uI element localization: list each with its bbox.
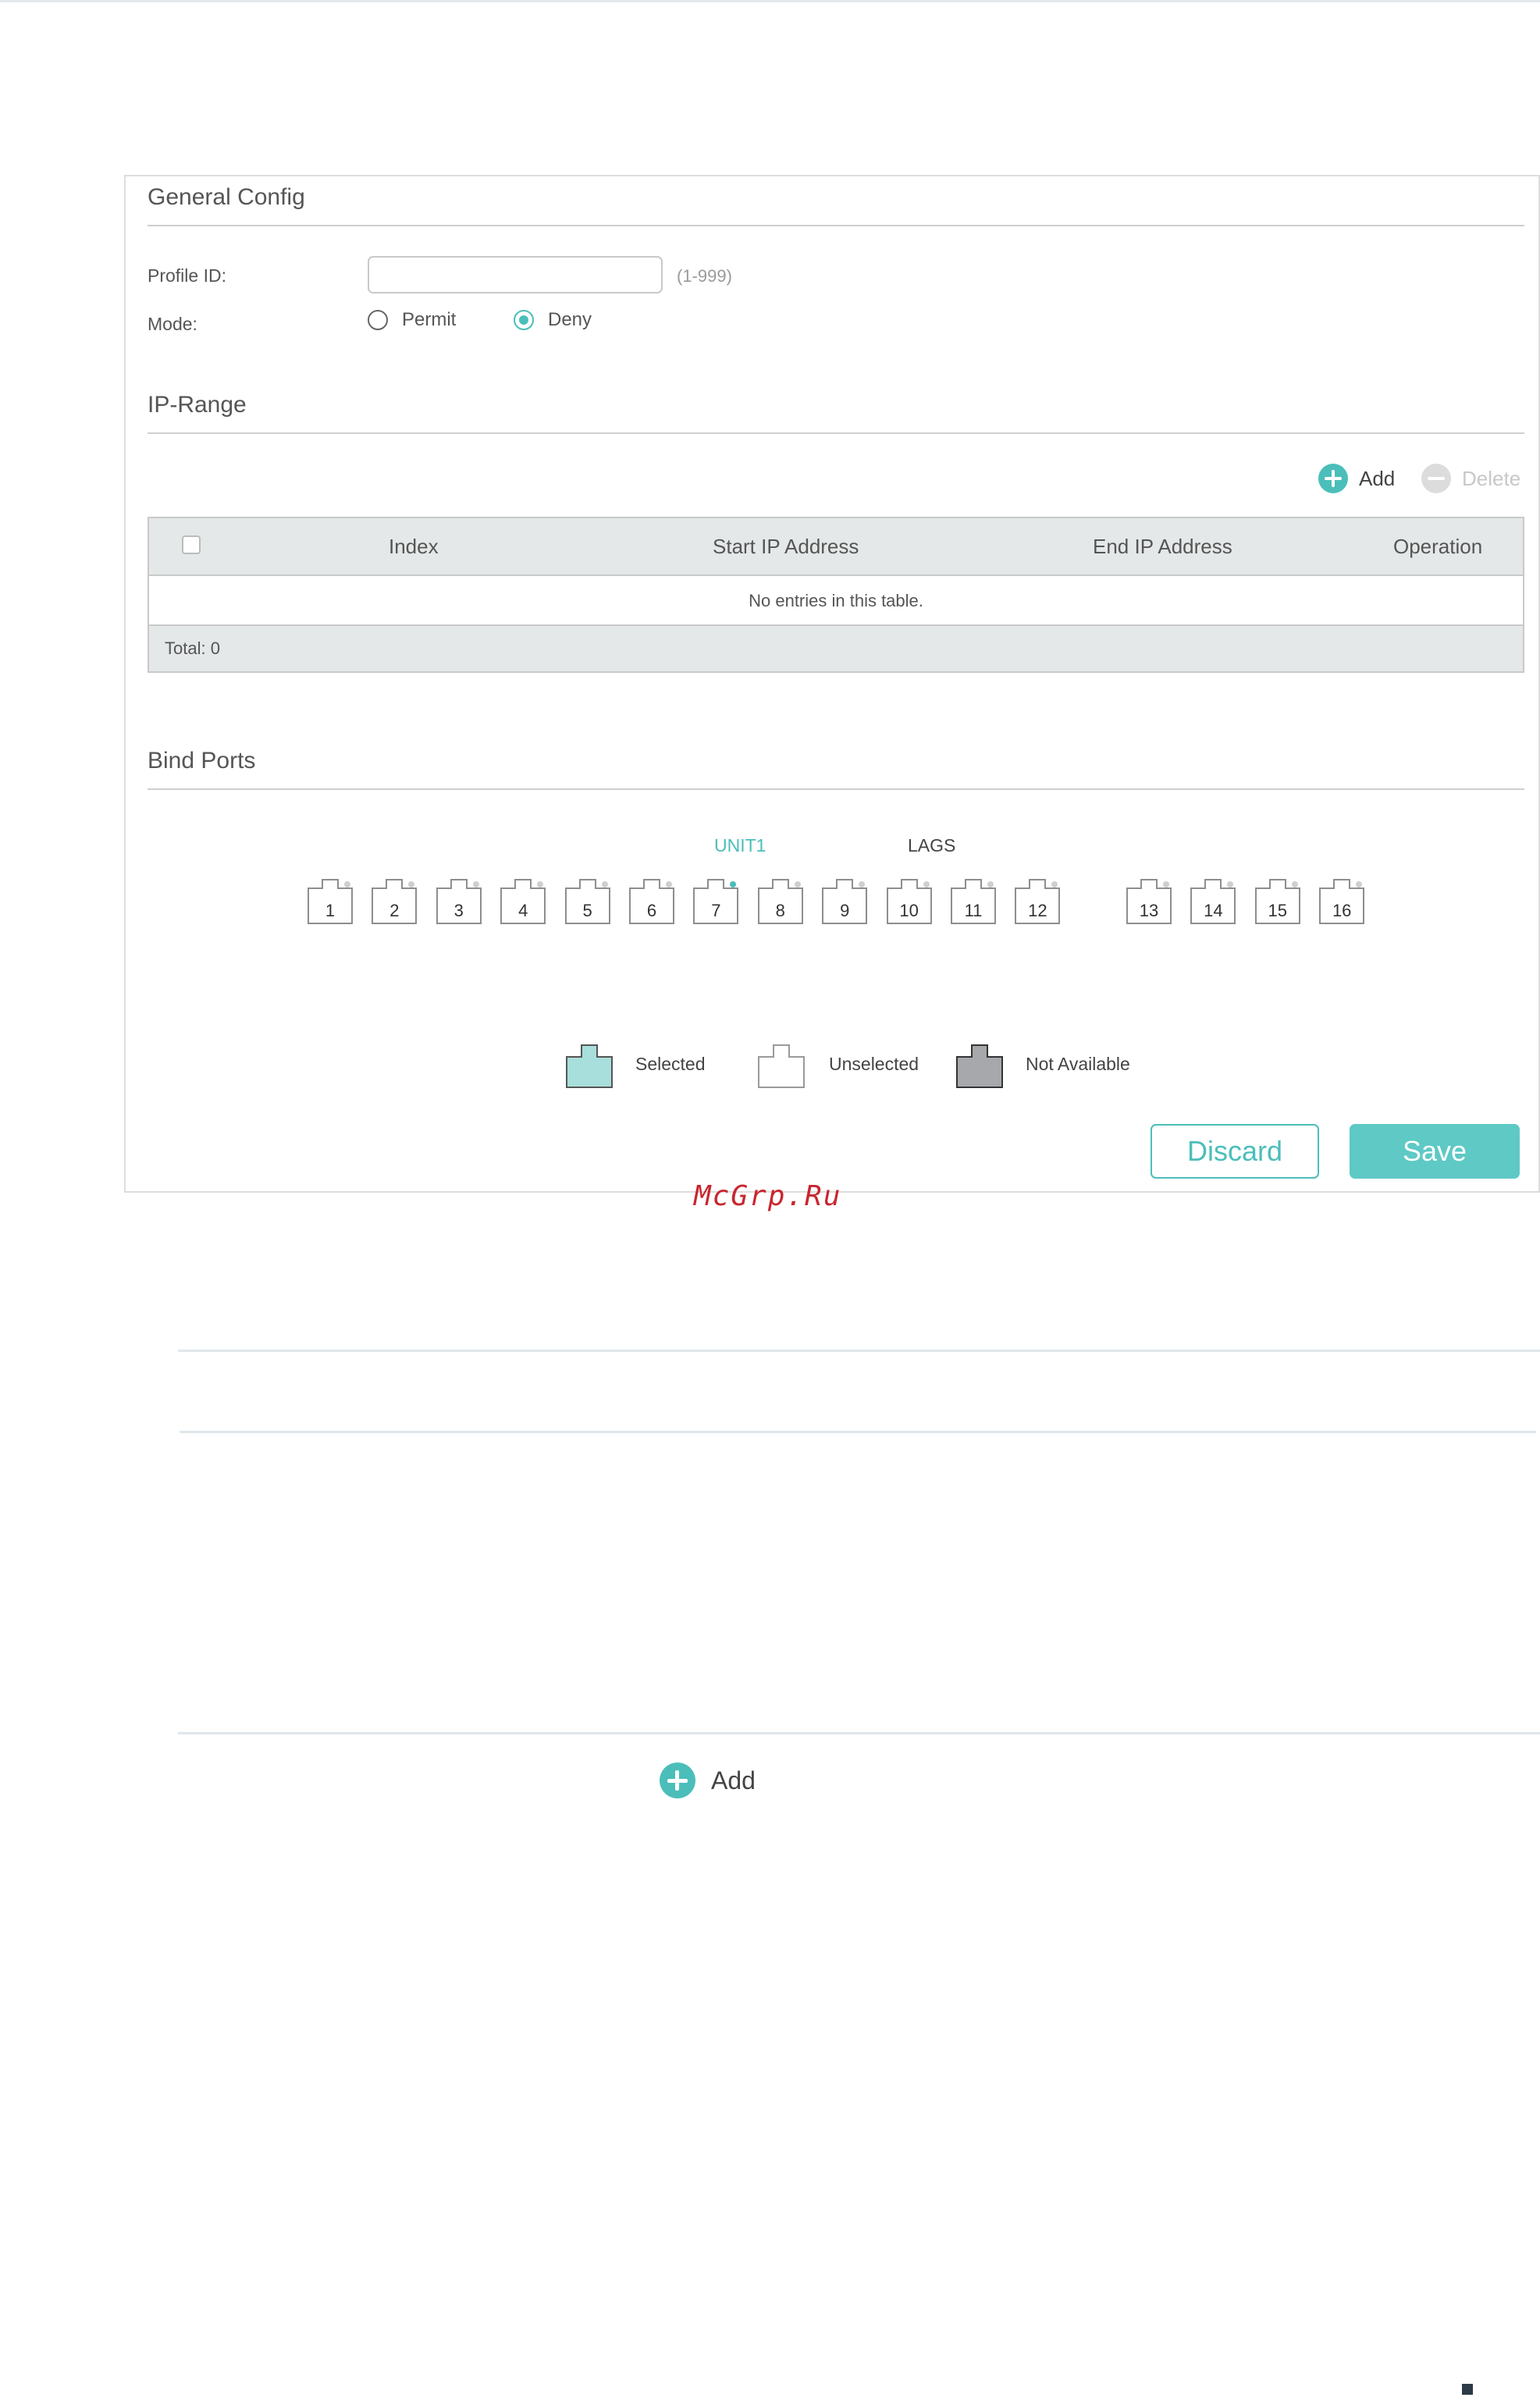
legend-unselected: Unselected: [829, 1054, 919, 1074]
legend-not-available: Not Available: [1026, 1054, 1130, 1074]
port-number: 4: [518, 901, 528, 920]
general-config-title: General Config: [148, 184, 305, 210]
port-number: 1: [325, 901, 336, 920]
port-number: 3: [453, 901, 464, 920]
select-all-checkbox[interactable]: [182, 535, 201, 554]
mode-deny-radio[interactable]: Deny: [514, 309, 592, 331]
ip-range-divider: [148, 432, 1524, 434]
corner-mark: [1462, 2384, 1473, 2395]
port-number: 11: [964, 901, 983, 920]
not-available-port-icon: [956, 1044, 1003, 1088]
unselected-port-icon: [758, 1044, 805, 1088]
column-start-ip: Start IP Address: [713, 535, 859, 558]
watermark: McGrp.Ru: [694, 1180, 842, 1212]
profile-id-hint: (1-999): [677, 266, 732, 286]
port-status-dot: [344, 881, 350, 887]
port-9[interactable]: 9: [822, 879, 868, 924]
port-number: 7: [711, 901, 721, 920]
port-number: 16: [1332, 901, 1352, 920]
save-button[interactable]: Save: [1350, 1124, 1520, 1179]
add-button[interactable]: Add: [1318, 464, 1395, 493]
legend-selected: Selected: [635, 1054, 706, 1074]
mode-permit-label: Permit: [402, 309, 457, 330]
port-12[interactable]: 12: [1015, 879, 1061, 924]
port-number: 13: [1139, 901, 1159, 920]
port-number: 10: [899, 901, 919, 920]
selected-port-icon: [566, 1044, 613, 1088]
mode-permit-radio[interactable]: Permit: [368, 309, 456, 331]
port-3[interactable]: 3: [436, 879, 482, 924]
table-total: Total: 0: [165, 638, 220, 658]
plus-circle-icon: [660, 1763, 695, 1798]
port-7[interactable]: 7: [693, 879, 739, 924]
port-status-dot: [1163, 881, 1169, 887]
column-end-ip: End IP Address: [1093, 535, 1232, 558]
table-footer: Total: 0: [149, 624, 1523, 671]
port-number: 14: [1204, 901, 1223, 920]
bind-ports-title: Bind Ports: [148, 748, 256, 774]
port-11[interactable]: 11: [951, 879, 996, 924]
port-status-dot: [666, 881, 672, 887]
delete-button-label: Delete: [1462, 466, 1521, 490]
port-status-dot: [472, 881, 479, 887]
mode-deny-label: Deny: [548, 309, 592, 330]
bind-ports-divider: [148, 788, 1524, 790]
tab-lags[interactable]: LAGS: [908, 835, 955, 856]
port-14[interactable]: 14: [1190, 879, 1236, 924]
table-header: Index Start IP Address End IP Address Op…: [149, 518, 1523, 576]
ip-range-table: Index Start IP Address End IP Address Op…: [148, 517, 1524, 673]
port-4[interactable]: 4: [500, 879, 546, 924]
port-2[interactable]: 2: [372, 879, 418, 924]
port-number: 15: [1268, 901, 1288, 920]
tab-unit1[interactable]: UNIT1: [714, 835, 766, 856]
radio-unchecked-icon: [368, 310, 388, 330]
profile-id-label: Profile ID:: [148, 265, 226, 286]
binding-profile-panel: General Config Profile ID: (1-999) Mode:…: [124, 175, 1540, 1193]
delete-button[interactable]: Delete: [1421, 464, 1520, 493]
profile-id-input[interactable]: [368, 256, 663, 293]
radio-checked-icon: [514, 310, 534, 330]
port-8[interactable]: 8: [757, 879, 803, 924]
general-config-divider: [148, 225, 1524, 226]
top-divider: [0, 0, 1540, 2]
port-13[interactable]: 13: [1126, 879, 1172, 924]
empty-table-message: No entries in this table.: [749, 591, 923, 610]
port-number: 8: [775, 901, 785, 920]
port-1[interactable]: 1: [308, 879, 353, 924]
port-10[interactable]: 10: [886, 879, 932, 924]
column-operation: Operation: [1393, 535, 1483, 558]
port-status-dot: [1291, 881, 1298, 887]
port-5[interactable]: 5: [564, 879, 610, 924]
mode-label: Mode:: [148, 314, 197, 334]
divider-line: [180, 1431, 1536, 1433]
divider-line: [178, 1350, 1540, 1352]
port-16[interactable]: 16: [1319, 879, 1365, 924]
lower-add-label: Add: [711, 1766, 756, 1795]
discard-button[interactable]: Discard: [1151, 1124, 1319, 1179]
column-index: Index: [389, 535, 439, 558]
port-number: 6: [646, 901, 657, 920]
port-number: 5: [582, 901, 592, 920]
divider-line: [178, 1732, 1540, 1734]
port-status-dot: [923, 881, 930, 887]
lower-add-button[interactable]: Add: [660, 1763, 756, 1798]
minus-circle-icon: [1421, 464, 1451, 493]
port-number: 12: [1028, 901, 1047, 920]
port-status-dot: [987, 881, 994, 887]
port-6[interactable]: 6: [629, 879, 674, 924]
plus-circle-icon: [1318, 464, 1348, 493]
port-status-dot: [601, 881, 608, 887]
port-number: 9: [840, 901, 850, 920]
port-status-dot: [794, 881, 801, 887]
ip-range-title: IP-Range: [148, 392, 247, 418]
add-button-label: Add: [1359, 466, 1396, 490]
port-15[interactable]: 15: [1254, 879, 1300, 924]
port-number: 2: [389, 901, 400, 920]
